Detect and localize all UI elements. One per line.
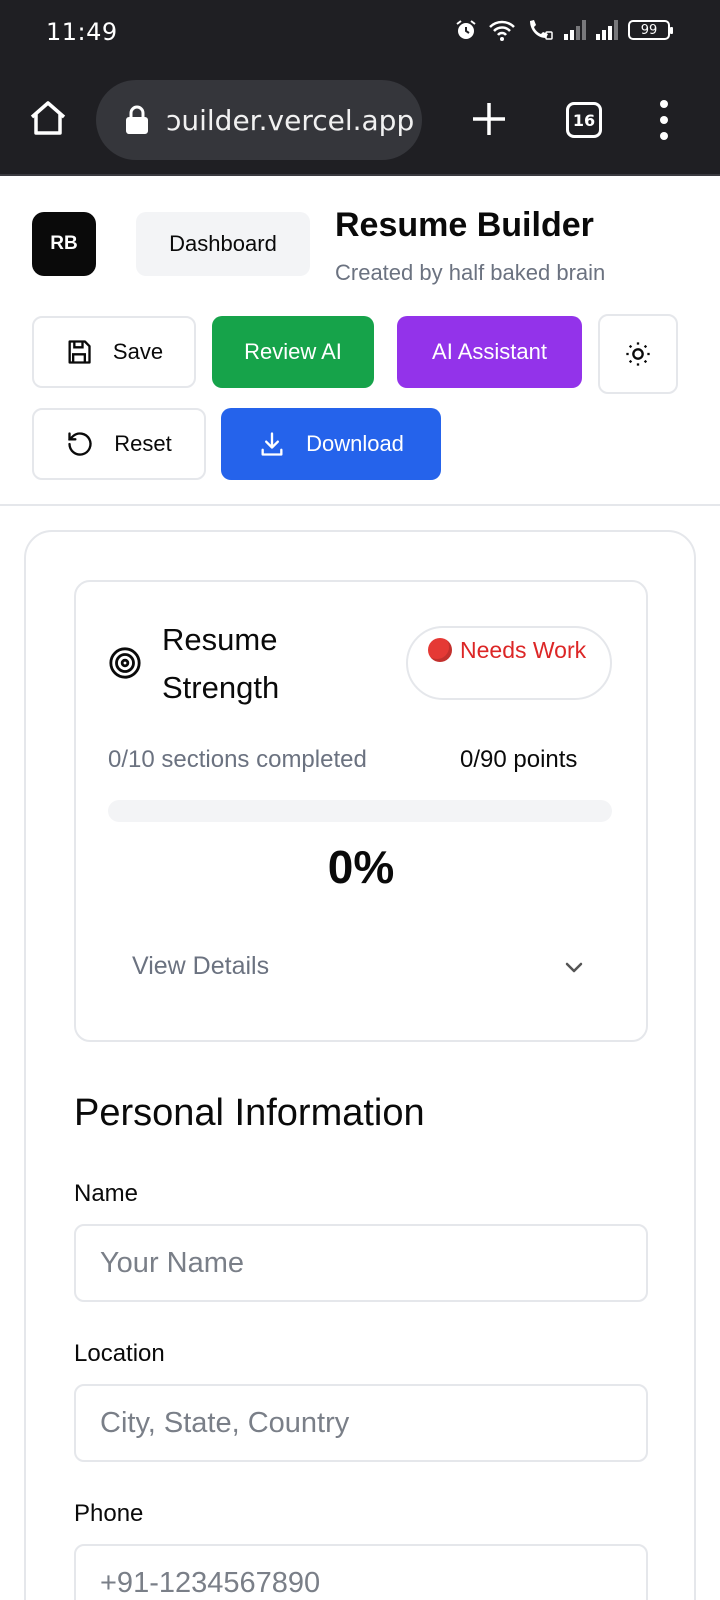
name-label: Name: [74, 1180, 139, 1207]
page-subtitle: Created by half baked brain: [335, 260, 606, 285]
sections-completed-text: 0/10 sections completed: [108, 746, 367, 773]
red-circle-icon: [428, 638, 452, 662]
location-input[interactable]: [74, 1384, 648, 1462]
review-ai-label: Review AI: [244, 339, 342, 364]
status-bar: 11:49 99: [0, 0, 720, 64]
status-icons: 99: [454, 18, 673, 42]
chevron-down-icon[interactable]: [562, 956, 586, 980]
url-text: ɔuilder.vercel.app: [166, 103, 415, 137]
home-icon[interactable]: [26, 96, 70, 140]
save-button[interactable]: Save: [32, 316, 196, 388]
signal-1-icon: [564, 20, 586, 40]
strength-percent: 0%: [327, 841, 395, 893]
phone-label: Phone: [74, 1500, 144, 1527]
view-details-toggle[interactable]: View Details: [132, 952, 269, 981]
page-title: Resume Builder: [335, 206, 594, 244]
browser-toolbar: ɔuilder.vercel.app 16: [0, 64, 720, 176]
status-badge: Needs Work: [406, 626, 612, 700]
location-label: Location: [74, 1340, 165, 1367]
battery-icon: 99: [628, 20, 673, 40]
tab-switcher-button[interactable]: 16: [566, 102, 602, 138]
theme-toggle-button[interactable]: [598, 314, 678, 394]
status-time: 11:49: [46, 18, 118, 46]
lock-icon: [126, 105, 148, 134]
address-bar[interactable]: ɔuilder.vercel.app: [96, 80, 422, 160]
review-ai-button[interactable]: Review AI: [212, 316, 374, 388]
download-label: Download: [306, 431, 404, 456]
strength-progress-bar: [108, 800, 612, 822]
status-badge-label: Needs Work: [460, 637, 587, 663]
reset-button[interactable]: Reset: [32, 408, 206, 480]
wifi-icon: [489, 20, 515, 41]
personal-info-title: Personal Information: [74, 1092, 425, 1134]
points-text: 0/90 points: [460, 746, 578, 773]
dashboard-button[interactable]: Dashboard: [136, 212, 310, 276]
overflow-menu-icon[interactable]: [654, 100, 674, 140]
download-icon: [261, 432, 283, 456]
alarm-icon: [456, 20, 476, 39]
download-button[interactable]: Download: [221, 408, 441, 480]
ai-assistant-label: AI Assistant: [432, 339, 547, 364]
ai-assistant-button[interactable]: AI Assistant: [397, 316, 582, 388]
header-divider: [0, 504, 720, 506]
signal-2-icon: [596, 20, 618, 40]
new-tab-icon[interactable]: [470, 100, 508, 138]
app-logo: RB: [32, 212, 96, 276]
save-label: Save: [112, 339, 164, 364]
wifi-calling-icon: [530, 20, 553, 40]
reset-icon: [68, 432, 92, 456]
reset-label: Reset: [114, 431, 172, 456]
resume-strength-title: Resume Strength: [162, 622, 280, 705]
sun-icon: [626, 342, 650, 366]
phone-input[interactable]: [74, 1544, 648, 1600]
name-input[interactable]: [74, 1224, 648, 1302]
target-icon: [109, 647, 141, 679]
save-icon: [68, 340, 91, 364]
